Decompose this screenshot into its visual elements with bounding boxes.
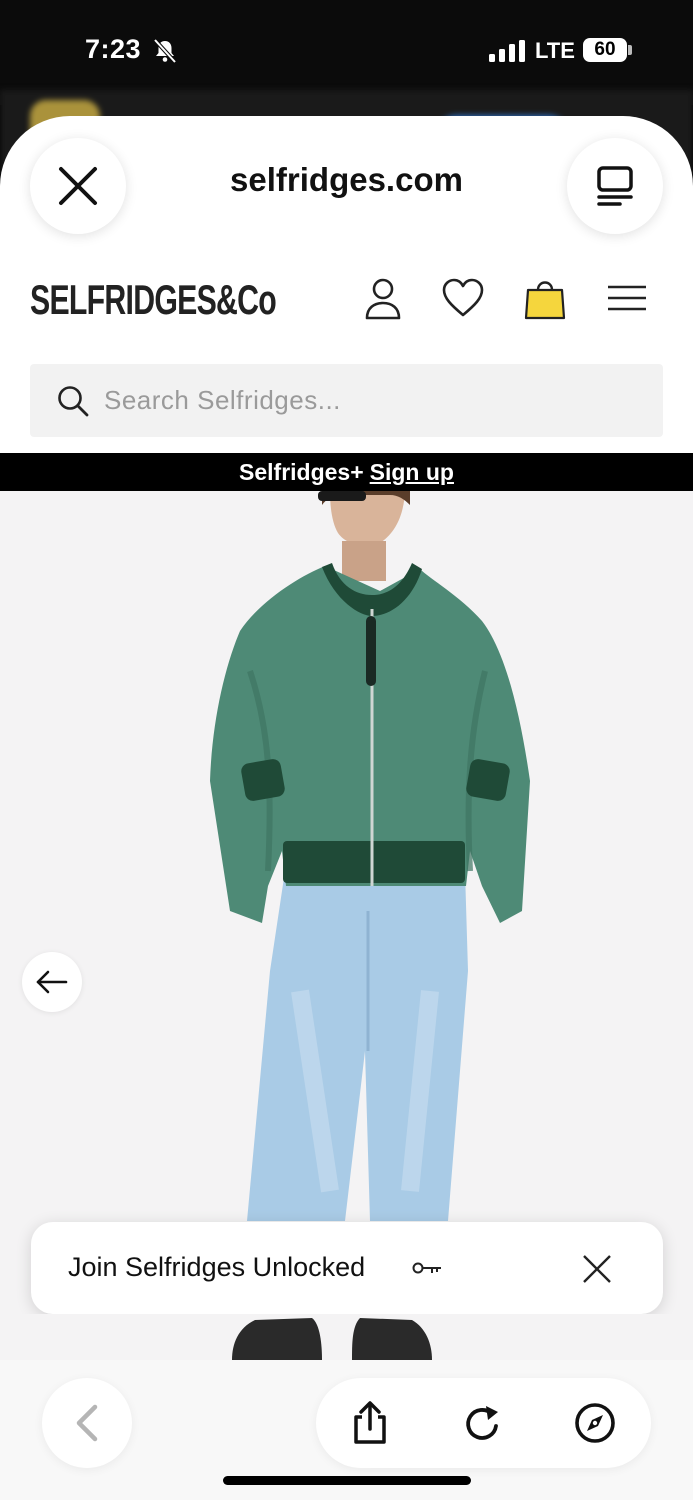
share-icon (354, 1401, 386, 1444)
signal-icon (489, 40, 525, 62)
promo-bar: Selfridges+ Sign up (0, 453, 693, 491)
battery-level: 60 (583, 38, 627, 62)
browser-sheet: selfridges.com SELFRIDGES&Co Selfridges+… (0, 116, 693, 1500)
reader-mode-button[interactable] (567, 138, 663, 234)
join-banner-text: Join Selfridges Unlocked (68, 1252, 366, 1282)
account-icon[interactable] (361, 276, 405, 320)
compass-button[interactable] (570, 1398, 620, 1448)
menu-icon[interactable] (605, 276, 649, 320)
reload-icon (466, 1406, 498, 1440)
toolbar-actions (316, 1378, 651, 1468)
heart-icon[interactable] (441, 276, 485, 320)
key-icon (412, 1262, 441, 1274)
shoes-graphic (232, 1318, 432, 1360)
network-type: LTE (535, 38, 575, 63)
status-time: 7:23 (85, 34, 142, 64)
browser-toolbar (0, 1360, 693, 1500)
search-bar[interactable] (30, 364, 663, 437)
previous-image-button[interactable] (22, 952, 82, 1012)
battery-tip (628, 45, 632, 55)
sign-up-link[interactable]: Sign up (370, 459, 454, 485)
search-input[interactable] (104, 364, 644, 437)
product-image-bottom (0, 1314, 693, 1360)
back-chevron-icon (76, 1404, 98, 1442)
search-icon (58, 386, 89, 417)
bell-slash-icon (153, 38, 177, 64)
site-logo[interactable]: SELFRIDGES&Co (30, 276, 277, 324)
shopping-bag-icon[interactable] (523, 276, 567, 320)
reader-mode-icon (597, 166, 633, 206)
promo-text: Selfridges+ (239, 459, 364, 485)
arrow-left-icon (36, 970, 68, 994)
share-button[interactable] (345, 1398, 395, 1448)
compass-icon (575, 1403, 615, 1443)
back-button[interactable] (42, 1378, 132, 1468)
reload-button[interactable] (457, 1398, 507, 1448)
home-indicator (223, 1476, 471, 1485)
close-banner-icon[interactable] (582, 1254, 612, 1284)
join-unlocked-banner[interactable]: Join Selfridges Unlocked (31, 1222, 663, 1314)
